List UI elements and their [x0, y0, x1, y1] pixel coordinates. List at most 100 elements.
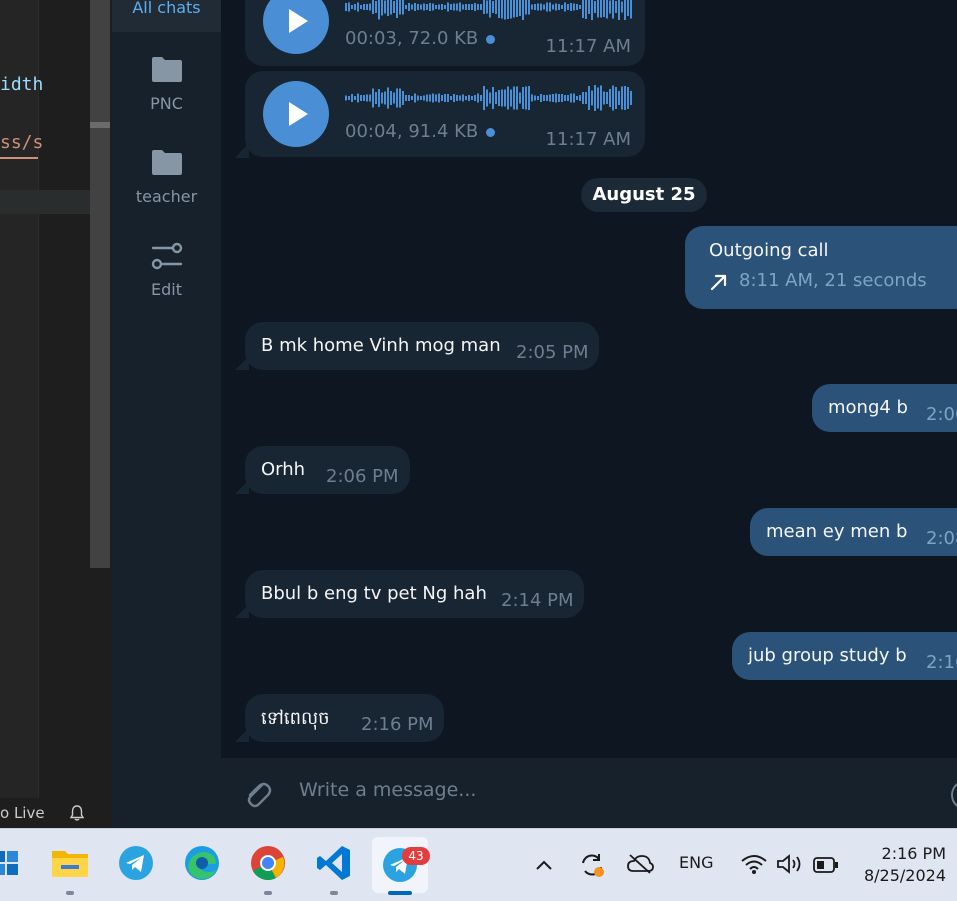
- chevron-up-icon[interactable]: [534, 857, 554, 873]
- voice-message[interactable]: 00:03, 72.0 KB 11:17 AM: [245, 0, 645, 66]
- folder-all-chats[interactable]: All chats: [112, 0, 221, 32]
- waveform-bar: [483, 86, 485, 110]
- language-indicator[interactable]: ENG: [679, 853, 713, 872]
- battery-icon[interactable]: [812, 855, 840, 875]
- telegram-icon[interactable]: [116, 843, 156, 883]
- waveform-bar: [426, 4, 428, 10]
- waveform-bar: [429, 3, 431, 11]
- waveform-bar: [468, 4, 470, 10]
- volume-icon[interactable]: [776, 853, 804, 875]
- cloud-offline-icon[interactable]: [626, 853, 654, 875]
- play-button[interactable]: [263, 81, 329, 147]
- chrome-icon[interactable]: [248, 843, 288, 883]
- waveform-bar: [579, 5, 581, 9]
- play-button[interactable]: [263, 0, 329, 54]
- message-input[interactable]: Write a message...: [299, 779, 476, 801]
- waveform-bar: [570, 3, 572, 11]
- waveform-bar: [606, 0, 608, 19]
- waveform[interactable]: [345, 83, 633, 113]
- incoming-message[interactable]: Bbul b eng tv pet Ng hah 2:14 PM: [245, 570, 584, 618]
- waveform-bar: [603, 91, 605, 105]
- wifi-icon[interactable]: [740, 853, 768, 875]
- waveform-bar: [612, 0, 614, 19]
- waveform-bar: [393, 1, 395, 13]
- waveform-bar: [348, 96, 350, 100]
- waveform-bar: [468, 95, 470, 101]
- waveform-bar: [393, 92, 395, 104]
- date-separator: August 25: [581, 178, 707, 212]
- waveform-bar: [474, 95, 476, 101]
- call-detail: 8:11 AM, 21 seconds: [739, 270, 927, 291]
- waveform-bar: [603, 0, 605, 17]
- waveform-bar: [630, 91, 632, 105]
- waveform-bar: [405, 5, 407, 9]
- message-composer: Write a message...: [221, 758, 957, 828]
- editor-scrollbar[interactable]: [90, 0, 110, 568]
- chat-history[interactable]: 00:03, 72.0 KB 11:17 AM 00:04, 91.4 KB 1…: [221, 0, 957, 758]
- waveform-bar: [552, 4, 554, 10]
- outgoing-call-message[interactable]: Outgoing call 8:11 AM, 21 seconds: [685, 226, 957, 309]
- waveform-bar: [462, 94, 464, 102]
- edge-browser-icon[interactable]: [182, 843, 222, 883]
- vscode-icon[interactable]: [314, 843, 354, 883]
- waveform-bar: [591, 90, 593, 106]
- incoming-message[interactable]: Orhh 2:06 PM: [245, 446, 410, 494]
- waveform-bar: [450, 96, 452, 100]
- folder-edit[interactable]: Edit: [112, 238, 221, 299]
- waveform-bar: [375, 1, 377, 13]
- message-time: 2:08: [926, 528, 957, 549]
- voice-message[interactable]: 00:04, 91.4 KB 11:17 AM: [245, 71, 645, 157]
- emoji-icon[interactable]: [951, 780, 957, 810]
- outgoing-message[interactable]: mong4 b 2:06: [812, 384, 957, 432]
- voice-meta: 00:03, 72.0 KB: [345, 28, 496, 49]
- outgoing-message[interactable]: jub group study b 2:16: [732, 632, 957, 680]
- waveform-bar: [438, 93, 440, 103]
- waveform-bar: [360, 95, 362, 101]
- waveform-bar: [522, 87, 524, 109]
- editor-status-bar: o Live: [0, 798, 112, 828]
- file-explorer-icon[interactable]: [50, 843, 90, 883]
- waveform-bar: [471, 96, 473, 100]
- active-indicator: [388, 891, 412, 895]
- waveform-bar: [627, 87, 629, 109]
- windows-start-icon[interactable]: [0, 843, 26, 883]
- voice-meta: 00:04, 91.4 KB: [345, 121, 496, 142]
- waveform-bar: [456, 95, 458, 101]
- message-time: 11:17 AM: [545, 36, 631, 57]
- incoming-message[interactable]: B mk home Vinh mog man 2:05 PM: [245, 322, 599, 370]
- waveform-bar: [612, 85, 614, 111]
- waveform-bar: [588, 0, 590, 14]
- waveform-bar: [573, 3, 575, 11]
- waveform-bar: [555, 3, 557, 11]
- waveform-bar: [492, 87, 494, 109]
- editor-scroll-thumb[interactable]: [90, 122, 110, 128]
- message-time: 2:06: [926, 404, 957, 425]
- waveform-bar: [531, 94, 533, 102]
- go-live-button[interactable]: o Live: [0, 798, 45, 828]
- waveform-bar: [597, 87, 599, 109]
- folder-pnc[interactable]: PNC: [112, 52, 221, 113]
- waveform-bar: [474, 3, 476, 11]
- incoming-message[interactable]: ទៅពេលុច 2:16 PM: [245, 694, 444, 742]
- waveform[interactable]: [345, 0, 633, 22]
- folder-teacher[interactable]: teacher: [112, 145, 221, 206]
- waveform-bar: [483, 0, 485, 14]
- outgoing-message[interactable]: mean ey men b 2:08: [750, 508, 957, 556]
- waveform-bar: [357, 2, 359, 12]
- paperclip-icon[interactable]: [241, 776, 273, 812]
- waveform-bar: [624, 86, 626, 110]
- waveform-bar: [459, 95, 461, 101]
- running-indicator: [330, 891, 338, 895]
- waveform-bar: [372, 88, 374, 108]
- waveform-bar: [504, 0, 506, 20]
- system-clock[interactable]: 2:16 PM 8/25/2024: [850, 843, 946, 887]
- waveform-bar: [519, 0, 521, 16]
- waveform-bar: [624, 0, 626, 20]
- waveform-bar: [411, 96, 413, 100]
- sync-icon[interactable]: [578, 851, 606, 879]
- waveform-bar: [405, 95, 407, 101]
- waveform-bar: [513, 0, 515, 18]
- waveform-bar: [582, 92, 584, 104]
- waveform-bar: [447, 2, 449, 12]
- bell-icon[interactable]: [68, 804, 86, 822]
